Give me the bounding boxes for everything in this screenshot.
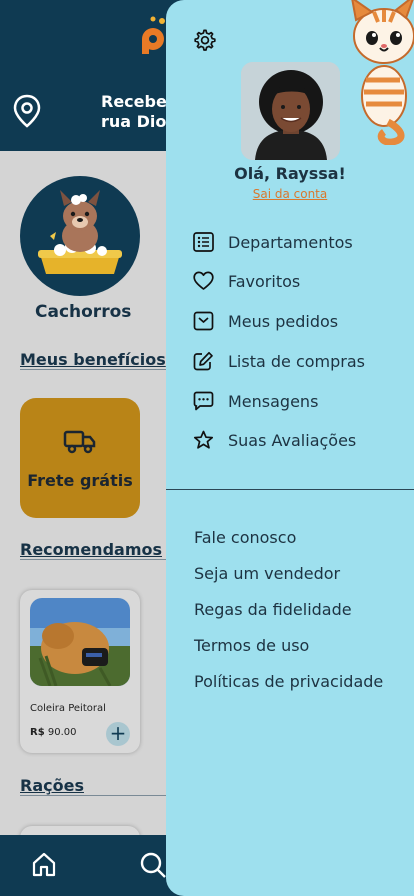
menu-item-favorites[interactable]: Favoritos bbox=[193, 270, 300, 292]
star-icon bbox=[193, 430, 214, 449]
heart-icon bbox=[193, 271, 214, 290]
user-avatar[interactable] bbox=[241, 62, 340, 160]
link-privacy[interactable]: Políticas de privacidade bbox=[194, 672, 383, 691]
product-price: R$ 90.00 bbox=[30, 727, 77, 738]
section-rations-title[interactable]: Rações bbox=[20, 776, 84, 795]
benefit-free-shipping[interactable]: Frete grátis bbox=[20, 398, 140, 518]
side-drawer: Olá, Rayssa! Sai da conta Departamentos … bbox=[166, 0, 414, 896]
category-label: Cachorros bbox=[35, 302, 132, 322]
menu-item-shopping-list[interactable]: Lista de compras bbox=[193, 350, 365, 372]
menu-item-messages[interactable]: Mensagens bbox=[193, 390, 318, 412]
location-pin-icon[interactable] bbox=[12, 94, 42, 128]
link-loyalty-rules[interactable]: Regas da fidelidade bbox=[194, 600, 352, 619]
cat-mascot-illustration bbox=[351, 0, 414, 145]
edit-icon bbox=[193, 351, 213, 371]
message-icon bbox=[193, 391, 214, 411]
menu-item-orders[interactable]: Meus pedidos bbox=[193, 310, 338, 332]
menu-item-departments[interactable]: Departamentos bbox=[193, 231, 353, 253]
product-name: Coleira Peitoral bbox=[30, 703, 106, 714]
search-icon[interactable] bbox=[138, 851, 166, 879]
price-currency: R$ bbox=[30, 727, 45, 738]
home-icon[interactable] bbox=[31, 851, 57, 877]
section-divider bbox=[20, 559, 166, 560]
product-photo bbox=[30, 598, 130, 686]
user-greeting: Olá, Rayssa! bbox=[234, 164, 346, 183]
truck-icon bbox=[63, 430, 96, 454]
category-dogs[interactable] bbox=[20, 176, 140, 296]
section-divider bbox=[20, 369, 166, 370]
menu-item-reviews[interactable]: Suas Avaliações bbox=[193, 429, 356, 451]
gear-icon[interactable] bbox=[193, 28, 217, 52]
menu-item-label: Departamentos bbox=[228, 232, 353, 252]
section-recommended-title[interactable]: Recomendamos bbox=[20, 540, 162, 559]
benefit-label: Frete grátis bbox=[27, 471, 133, 490]
drawer-divider bbox=[166, 489, 414, 490]
product-card[interactable]: Coleira Peitoral R$ 90.00 + bbox=[20, 590, 140, 753]
menu-item-label: Meus pedidos bbox=[228, 311, 339, 331]
menu-item-label: Suas Avaliações bbox=[228, 430, 357, 450]
price-value: 90.00 bbox=[47, 727, 77, 738]
add-to-cart-button[interactable]: + bbox=[106, 722, 130, 746]
logout-link[interactable]: Sai da conta bbox=[166, 187, 414, 201]
link-terms[interactable]: Termos de uso bbox=[194, 636, 309, 655]
menu-item-label: Mensagens bbox=[228, 391, 319, 411]
list-icon bbox=[193, 232, 214, 252]
dog-bath-illustration bbox=[38, 190, 122, 274]
menu-item-label: Lista de compras bbox=[228, 351, 365, 371]
section-divider bbox=[20, 795, 166, 796]
link-contact[interactable]: Fale conosco bbox=[194, 528, 296, 547]
inbox-icon bbox=[193, 311, 214, 331]
link-become-seller[interactable]: Seja um vendedor bbox=[194, 564, 340, 583]
menu-item-label: Favoritos bbox=[228, 271, 301, 291]
section-benefits-title[interactable]: Meus benefícios bbox=[20, 350, 166, 369]
